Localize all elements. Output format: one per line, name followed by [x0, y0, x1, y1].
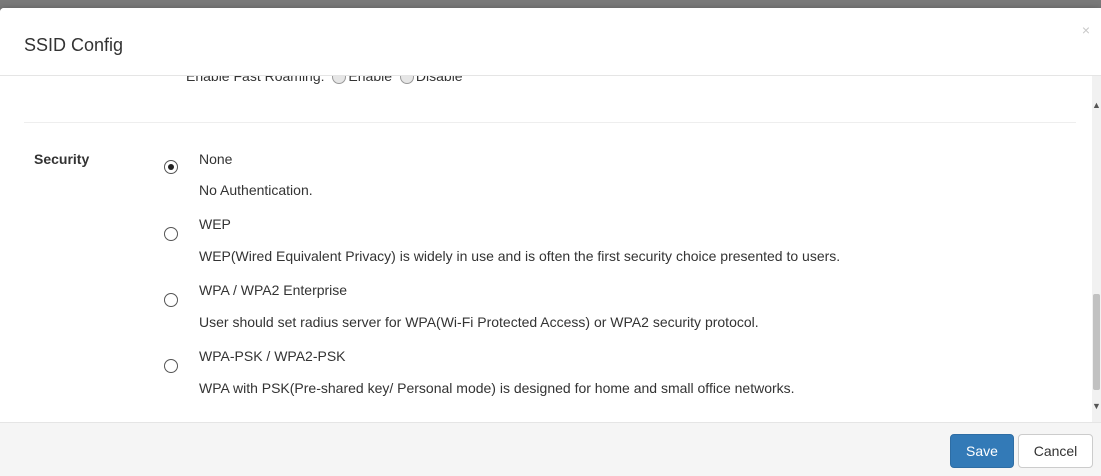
scrollbar-thumb[interactable] [1093, 294, 1100, 390]
dialog-body[interactable]: Enable Fast Roaming: Enable Disable Secu… [0, 76, 1101, 422]
section-divider [24, 122, 1076, 123]
security-radio-wpa-enterprise[interactable] [164, 293, 178, 307]
security-radio-wpa-psk[interactable] [164, 359, 178, 373]
fast-roaming-enable-radio[interactable] [332, 76, 347, 85]
security-option-title: WEP [199, 216, 231, 232]
security-option-description: User should set radius server for WPA(Wi… [199, 314, 759, 330]
security-option-title: WPA-PSK / WPA2-PSK [199, 348, 346, 364]
security-option-title: None [199, 151, 233, 167]
body-scrollbar[interactable]: ▲ ▼ [1092, 76, 1101, 422]
cancel-button[interactable]: Cancel [1018, 434, 1093, 468]
security-option-description: No Authentication. [199, 182, 313, 198]
close-icon[interactable]: × [1082, 23, 1090, 37]
scroll-up-arrow-icon[interactable]: ▲ [1092, 99, 1101, 111]
fast-roaming-disable-label: Disable [415, 76, 463, 84]
fast-roaming-label: Enable Fast Roaming: [186, 76, 325, 84]
dialog-header: SSID Config × [0, 8, 1101, 76]
fast-roaming-row: Enable Fast Roaming: Enable Disable [186, 76, 463, 85]
fast-roaming-disable-radio[interactable] [399, 76, 414, 85]
ssid-config-dialog: SSID Config × Enable Fast Roaming: Enabl… [0, 8, 1101, 476]
security-option-title: WPA / WPA2 Enterprise [199, 282, 348, 298]
security-option-description: WEP(Wired Equivalent Privacy) is widely … [199, 248, 841, 264]
fast-roaming-enable-label: Enable [348, 76, 393, 84]
save-button[interactable]: Save [950, 434, 1014, 468]
dialog-title: SSID Config [24, 35, 124, 55]
security-option-description: WPA with PSK(Pre-shared key/ Personal mo… [199, 380, 795, 396]
scroll-down-arrow-icon[interactable]: ▼ [1092, 400, 1101, 412]
security-label: Security [34, 151, 90, 167]
dialog-footer: Save Cancel [0, 422, 1101, 476]
security-radio-wep[interactable] [164, 227, 178, 241]
security-radio-none[interactable] [164, 160, 178, 174]
